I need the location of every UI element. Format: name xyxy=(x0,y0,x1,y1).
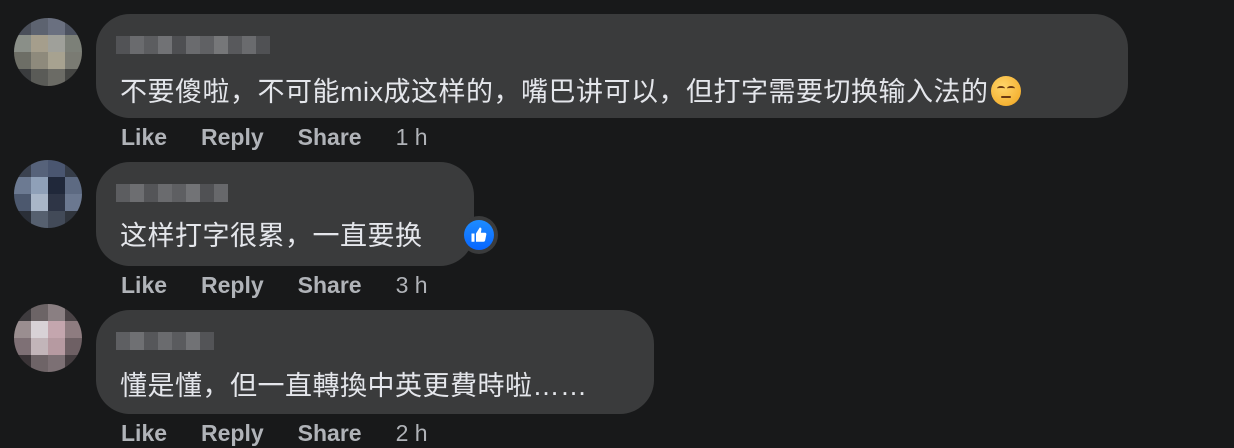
comment-bubble: 懂是懂，但一直轉換中英更費時啦…… xyxy=(96,310,654,414)
reply-button[interactable]: Reply xyxy=(201,124,264,151)
timestamp[interactable]: 2 h xyxy=(396,420,428,447)
author-name-redacted[interactable] xyxy=(116,184,228,202)
author-name-redacted[interactable] xyxy=(116,36,270,54)
comment-bubble: 这样打字很累，一直要换 xyxy=(96,162,474,266)
reaction-badge[interactable] xyxy=(460,216,498,254)
avatar[interactable] xyxy=(14,160,82,228)
like-reaction-icon xyxy=(464,220,494,250)
reply-button[interactable]: Reply xyxy=(201,272,264,299)
reply-button[interactable]: Reply xyxy=(201,420,264,447)
comment-text-content: 不要傻啦，不可能mix成这样的，嘴巴讲可以，但打字需要切换输入法的 xyxy=(120,77,989,107)
comment-text-content: 这样打字很累，一直要换 xyxy=(120,221,423,251)
share-button[interactable]: Share xyxy=(298,124,362,151)
timestamp[interactable]: 1 h xyxy=(396,124,428,151)
timestamp[interactable]: 3 h xyxy=(396,272,428,299)
avatar[interactable] xyxy=(14,304,82,372)
comment-text: 不要傻啦，不可能mix成这样的，嘴巴讲可以，但打字需要切换输入法的 xyxy=(120,70,1021,109)
comment-actions: Like Reply Share 1 h xyxy=(121,124,428,151)
comment-actions: Like Reply Share 3 h xyxy=(121,272,428,299)
comment-text: 懂是懂，但一直轉換中英更費時啦…… xyxy=(120,364,588,403)
share-button[interactable]: Share xyxy=(298,272,362,299)
comment-actions: Like Reply Share 2 h xyxy=(121,420,428,447)
comment-bubble: 不要傻啦，不可能mix成这样的，嘴巴讲可以，但打字需要切换输入法的 xyxy=(96,14,1128,118)
like-button[interactable]: Like xyxy=(121,420,167,447)
author-name-redacted[interactable] xyxy=(116,332,214,350)
smirk-emoji-icon xyxy=(990,76,1021,106)
like-button[interactable]: Like xyxy=(121,272,167,299)
like-button[interactable]: Like xyxy=(121,124,167,151)
comment-text: 这样打字很累，一直要换 xyxy=(120,214,423,253)
avatar[interactable] xyxy=(14,18,82,86)
share-button[interactable]: Share xyxy=(298,420,362,447)
comment-text-content: 懂是懂，但一直轉換中英更費時啦…… xyxy=(120,371,588,401)
